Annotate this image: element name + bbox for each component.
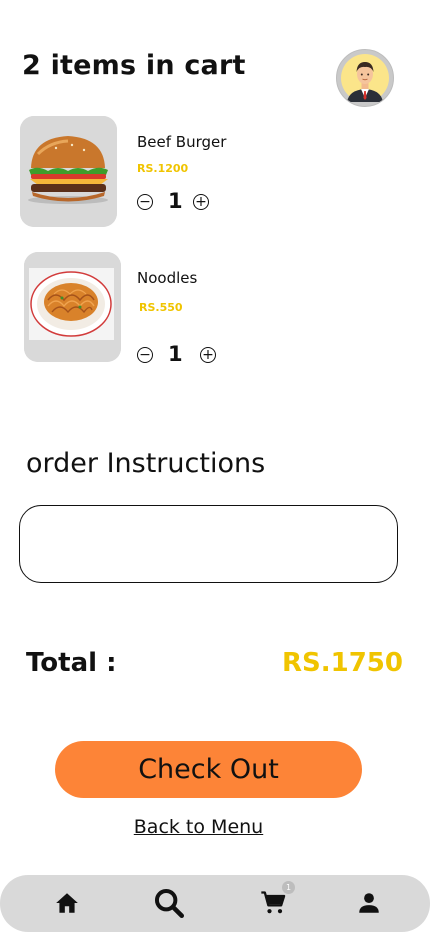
total-value: RS.1750 <box>282 648 403 678</box>
plus-icon: + <box>202 347 214 363</box>
decrement-button[interactable]: − <box>137 347 153 363</box>
minus-icon: − <box>139 194 151 210</box>
item-name: Beef Burger <box>137 133 227 151</box>
person-icon <box>359 893 379 913</box>
page-title: 2 items in cart <box>22 50 246 81</box>
item-price: RS.550 <box>139 301 183 314</box>
instructions-heading: order Instructions <box>26 448 266 479</box>
item-price: RS.1200 <box>137 162 189 175</box>
minus-icon: − <box>139 347 151 363</box>
back-to-menu-link[interactable]: Back to Menu <box>0 816 397 838</box>
bottom-nav <box>0 875 430 932</box>
home-icon <box>56 893 78 913</box>
noodles-image <box>24 252 121 362</box>
increment-button[interactable]: + <box>200 347 216 363</box>
checkout-button[interactable]: Check Out <box>55 741 362 798</box>
nav-home[interactable] <box>49 885 85 921</box>
total-label: Total : <box>26 648 117 678</box>
avatar[interactable] <box>336 49 394 107</box>
cart-badge: 1 <box>282 881 295 894</box>
decrement-button[interactable]: − <box>137 194 153 210</box>
search-icon <box>154 888 185 919</box>
nav-search[interactable] <box>151 885 187 921</box>
cart-icon <box>261 891 286 914</box>
burger-image <box>20 116 117 227</box>
item-name: Noodles <box>137 269 198 287</box>
instructions-input[interactable] <box>19 505 398 583</box>
quantity-value: 1 <box>168 342 183 366</box>
user-avatar-icon <box>341 54 389 102</box>
increment-button[interactable]: + <box>193 194 209 210</box>
plus-icon: + <box>195 194 207 210</box>
nav-profile[interactable] <box>351 885 387 921</box>
quantity-value: 1 <box>168 189 183 213</box>
